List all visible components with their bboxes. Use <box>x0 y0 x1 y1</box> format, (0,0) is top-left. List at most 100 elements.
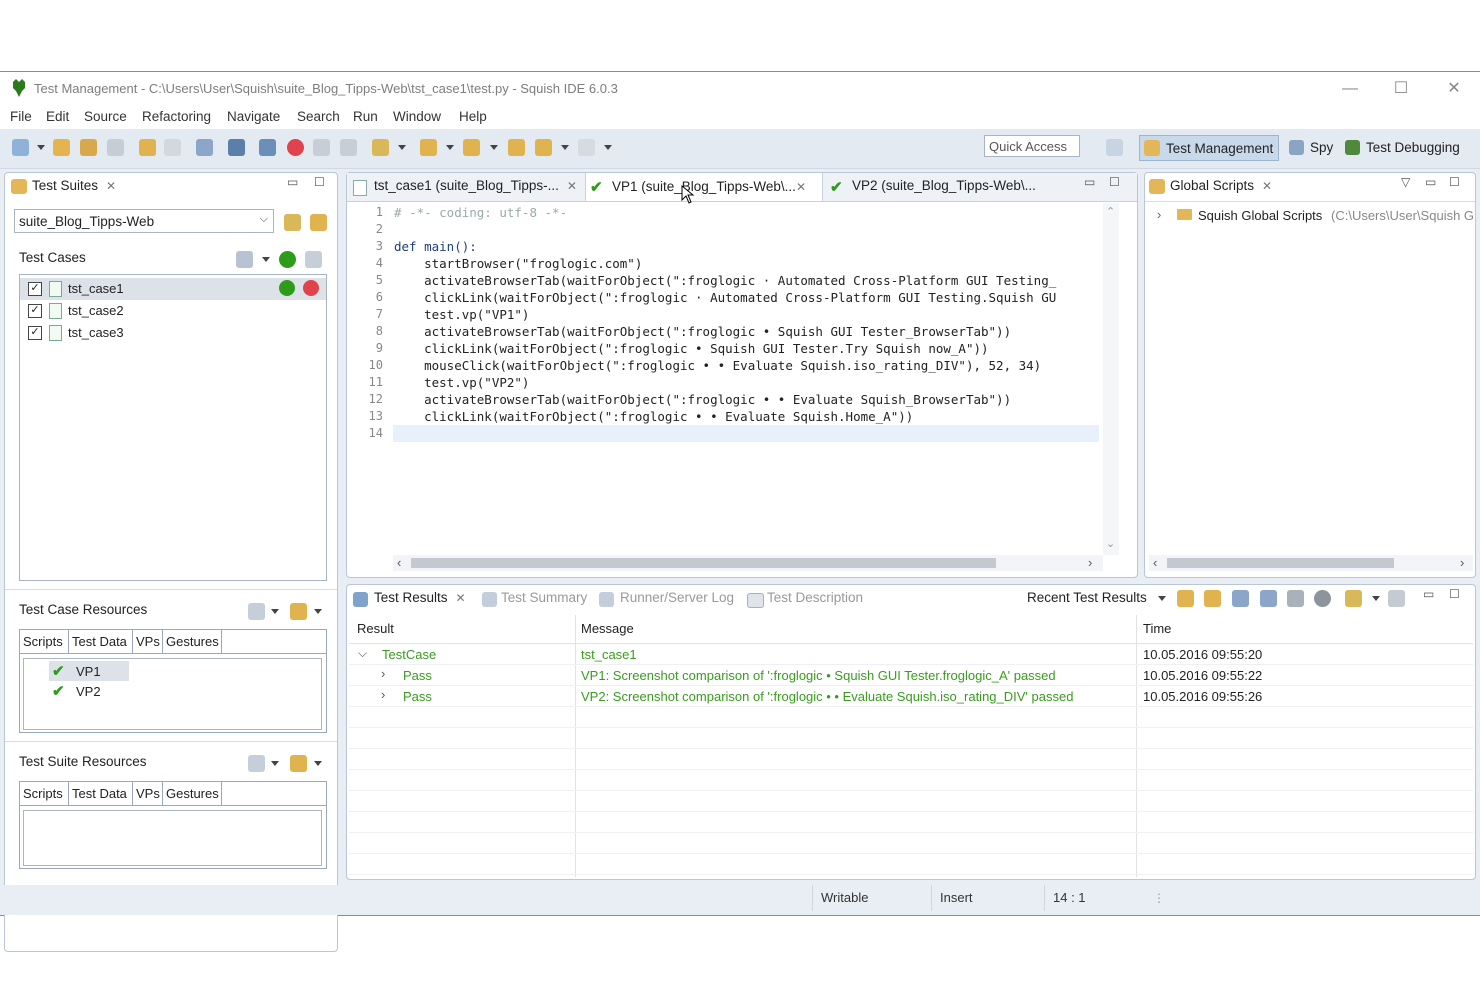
filter-icon[interactable] <box>1345 590 1362 607</box>
tab-test-summary[interactable]: Test Summary <box>501 590 587 605</box>
menu-help[interactable]: Help <box>459 109 487 124</box>
close-tab-icon[interactable]: ✕ <box>567 179 577 193</box>
tab-runner-server-log[interactable]: Runner/Server Log <box>620 590 734 605</box>
menu-edit[interactable]: Edit <box>46 109 69 124</box>
expand-all-icon[interactable] <box>1232 590 1249 607</box>
maximize-button[interactable]: ☐ <box>1381 76 1421 102</box>
tab-gestures[interactable]: Gestures <box>163 630 222 654</box>
checkbox-icon[interactable]: ✓ <box>28 326 42 340</box>
new-resource-dropdown-icon[interactable] <box>271 609 279 614</box>
recent-test-results-label[interactable]: Recent Test Results <box>1027 590 1147 605</box>
column-header-time[interactable]: Time <box>1143 621 1171 636</box>
undo-icon[interactable] <box>139 139 156 156</box>
chevron-right-icon[interactable]: › <box>1088 555 1092 570</box>
tab-vp2[interactable]: VP2 (suite_Blog_Tipps-Web\... <box>852 178 1036 193</box>
chevron-up-icon[interactable]: ⌃ <box>1106 205 1115 218</box>
new-resource-icon[interactable] <box>248 603 265 620</box>
close-tab-icon[interactable]: ✕ <box>106 179 116 193</box>
tab-vp1[interactable]: ✔ VP1 (suite_Blog_Tipps-Web\... ✕ <box>585 173 823 201</box>
chevron-right-icon[interactable]: › <box>1157 207 1161 222</box>
column-header-message[interactable]: Message <box>581 621 634 636</box>
clear-results-icon[interactable] <box>1388 590 1405 607</box>
perspective-test-management[interactable]: Test Management <box>1139 135 1279 161</box>
sort-icon[interactable] <box>305 251 322 268</box>
perspective-test-debugging[interactable]: Test Debugging <box>1344 135 1460 161</box>
minimize-icon[interactable]: ▭ <box>1425 175 1436 189</box>
new-suite-icon[interactable] <box>53 139 70 156</box>
list-item[interactable]: ✓ tst_case3 <box>20 322 326 344</box>
tab-vps[interactable]: VPs <box>133 782 163 806</box>
globe-icon[interactable] <box>1314 590 1331 607</box>
chevron-right-icon[interactable]: › <box>381 666 385 681</box>
next-failure-icon[interactable] <box>1177 590 1194 607</box>
menu-source[interactable]: Source <box>84 109 127 124</box>
horizontal-scrollbar[interactable]: ‹ › <box>393 555 1103 571</box>
pick-icon[interactable] <box>372 139 389 156</box>
checkbox-icon[interactable]: ✓ <box>28 304 42 318</box>
menu-search[interactable]: Search <box>297 109 340 124</box>
scrollbar-thumb[interactable] <box>411 558 996 568</box>
suite-settings-icon[interactable] <box>310 214 327 231</box>
comment-icon[interactable] <box>259 139 276 156</box>
forward-dropdown-icon[interactable] <box>604 145 612 150</box>
table-row[interactable]: › Pass VP2: Screenshot comparison of ':f… <box>349 686 1473 707</box>
tab-test-data[interactable]: Test Data <box>69 782 133 806</box>
open-resource-icon[interactable] <box>290 755 307 772</box>
pick-dropdown-icon[interactable] <box>398 145 406 150</box>
menu-refactoring[interactable]: Refactoring <box>142 109 211 124</box>
minimize-icon[interactable]: ▭ <box>1084 175 1095 189</box>
cut-icon[interactable] <box>196 139 213 156</box>
tab-global-scripts[interactable]: Global Scripts ✕ <box>1170 178 1272 193</box>
next-annotation-dropdown-icon[interactable] <box>446 145 454 150</box>
back-icon[interactable] <box>535 139 552 156</box>
list-item[interactable]: ✓ tst_case2 <box>20 300 326 322</box>
maximize-icon[interactable]: ☐ <box>1449 175 1460 189</box>
minimize-icon[interactable]: ▭ <box>287 175 298 189</box>
checkbox-icon[interactable]: ✓ <box>28 282 42 296</box>
list-item[interactable]: ✓ tst_case1 <box>20 278 326 300</box>
table-row[interactable]: ⌵ TestCase tst_case1 10.05.2016 09:55:20 <box>349 644 1473 665</box>
vertical-scrollbar[interactable]: ⌃ ⌄ <box>1103 203 1119 555</box>
new-resource-icon[interactable] <box>248 755 265 772</box>
chevron-right-icon[interactable]: › <box>381 687 385 702</box>
maximize-icon[interactable]: ☐ <box>1449 587 1460 601</box>
filter-dropdown-icon[interactable] <box>1372 596 1380 601</box>
chevron-left-icon[interactable]: ‹ <box>397 555 401 570</box>
save-icon[interactable] <box>107 139 124 156</box>
next-annotation-icon[interactable] <box>420 139 437 156</box>
open-resource-dropdown-icon[interactable] <box>314 761 322 766</box>
minimize-icon[interactable]: ▭ <box>1423 587 1434 601</box>
new-icon[interactable] <box>12 139 29 156</box>
close-tab-icon[interactable]: ✕ <box>456 591 466 605</box>
menu-navigate[interactable]: Navigate <box>227 109 280 124</box>
column-header-result[interactable]: Result <box>357 621 394 636</box>
prev-annotation-dropdown-icon[interactable] <box>490 145 498 150</box>
menu-run[interactable]: Run <box>353 109 378 124</box>
new-test-case-dropdown-icon[interactable] <box>262 257 270 262</box>
record-icon[interactable] <box>287 139 304 156</box>
chevron-right-icon[interactable]: › <box>1460 555 1464 570</box>
tab-test-description[interactable]: Test Description <box>767 590 863 605</box>
quick-access-input[interactable]: Quick Access <box>984 135 1080 157</box>
export-icon[interactable] <box>1287 590 1304 607</box>
pause-icon[interactable] <box>313 139 330 156</box>
open-suite-icon[interactable] <box>80 139 97 156</box>
list-item[interactable]: ✔ VP2 <box>49 681 129 701</box>
close-button[interactable]: ✕ <box>1434 76 1474 102</box>
tab-test-results[interactable]: Test Results ✕ <box>374 590 466 605</box>
prev-annotation-icon[interactable] <box>463 139 480 156</box>
view-menu-icon[interactable]: ▽ <box>1401 175 1410 189</box>
table-row[interactable]: › Pass VP1: Screenshot comparison of ':f… <box>349 665 1473 686</box>
list-item[interactable]: ✔ VP1 <box>49 661 129 681</box>
tab-test-data[interactable]: Test Data <box>69 630 133 654</box>
new-dropdown-icon[interactable] <box>37 145 45 150</box>
menu-file[interactable]: File <box>10 109 32 124</box>
collapse-all-icon[interactable] <box>1260 590 1277 607</box>
minimize-button[interactable]: — <box>1330 76 1370 102</box>
new-test-case-icon[interactable] <box>236 251 253 268</box>
open-perspective-icon[interactable] <box>1106 139 1123 156</box>
suite-select[interactable]: suite_Blog_Tipps-Web ⌵ <box>14 209 274 233</box>
open-suite-icon[interactable] <box>284 214 301 231</box>
new-resource-dropdown-icon[interactable] <box>271 761 279 766</box>
run-test-case-icon[interactable] <box>279 280 295 296</box>
